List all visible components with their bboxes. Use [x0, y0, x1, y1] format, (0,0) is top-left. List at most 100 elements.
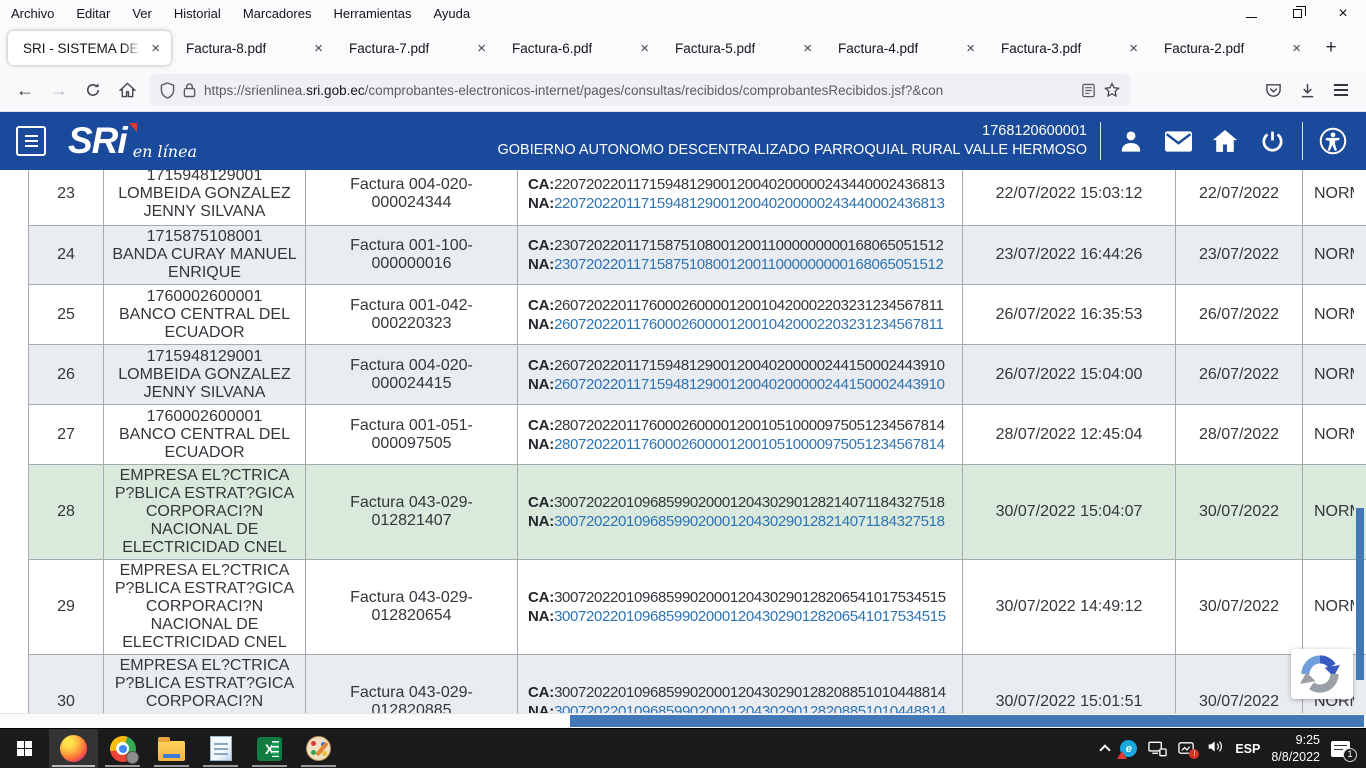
authorization-number-link[interactable]: 3007202201096859902000120430290128208851… [554, 703, 946, 713]
downloads-button[interactable] [1290, 74, 1324, 106]
sri-header: SRi en línea 1768120600001 GOBIERNO AUTO… [0, 112, 1366, 170]
table-row[interactable]: 261715948129001LOMBEIDA GONZALEZ JENNY S… [28, 345, 1366, 405]
keyboard-language[interactable]: ESP [1235, 742, 1260, 756]
tab-factura-5-pdf[interactable]: Factura-5.pdf × [660, 27, 823, 69]
network-tray-icon[interactable] [1148, 741, 1167, 757]
logout-button[interactable] [1255, 124, 1289, 158]
tab-factura-4-pdf[interactable]: Factura-4.pdf× [823, 27, 986, 69]
ca-label: CA: [528, 297, 554, 314]
hidden-icons-chevron[interactable] [1100, 744, 1111, 755]
taskbar: X e ! ESP 9:25 8/8/2022 [0, 728, 1366, 768]
home-button-sri[interactable] [1208, 124, 1242, 158]
tab-close-icon[interactable]: × [1127, 39, 1140, 58]
ca-label: CA: [528, 494, 554, 511]
taskbar-excel[interactable]: X [245, 729, 294, 768]
table-row[interactable]: 280968599020001EMPRESA EL?CTRICA P?BLICA… [28, 465, 1366, 560]
forward-button[interactable]: → [42, 74, 76, 106]
menu-archivo[interactable]: Archivo [0, 0, 65, 27]
taxpayer-ruc: 1768120600001 [497, 122, 1087, 141]
issuer-name: EMPRESA EL?CTRICA P?BLICA ESTRAT?GICA CO… [110, 467, 299, 559]
alert-tray-icon[interactable]: ! [1178, 741, 1196, 756]
tab-factura-6-pdf[interactable]: Factura-6.pdf× [497, 27, 660, 69]
tab-close-icon[interactable]: × [638, 39, 651, 58]
home-button[interactable] [110, 74, 144, 106]
pocket-icon[interactable] [1256, 74, 1290, 106]
accessibility-button[interactable] [1316, 124, 1350, 158]
authorization-number-link[interactable]: 3007202201096859902000120430290128214071… [554, 513, 945, 530]
tab-close-icon[interactable]: × [801, 39, 814, 58]
table-row[interactable]: 241715875108001BANDA CURAY MANUEL ENRIQU… [28, 226, 1366, 285]
table-row[interactable]: 271760002600001BANCO CENTRAL DEL ECUADOR… [28, 405, 1366, 465]
tab-close-icon[interactable]: × [149, 39, 162, 58]
table-row[interactable]: 251760002600001BANCO CENTRAL DEL ECUADOR… [28, 285, 1366, 345]
menu-ayuda[interactable]: Ayuda [422, 0, 481, 27]
reader-view-icon[interactable] [1081, 83, 1096, 98]
na-label: NA: [528, 195, 554, 212]
menu-ver[interactable]: Ver [121, 0, 163, 27]
sri-logo[interactable]: SRi en línea [68, 122, 197, 161]
authorization-number-link[interactable]: 2307202201171587510800120011000000000168… [554, 256, 943, 273]
antivirus-tray-icon[interactable]: e [1120, 740, 1137, 757]
access-key-value: 3007202201096859902000120430290128208851… [554, 684, 946, 701]
tab-close-icon[interactable]: × [475, 39, 488, 58]
table-row[interactable]: 290968599020001EMPRESA EL?CTRICA P?BLICA… [28, 560, 1366, 655]
menu-editar[interactable]: Editar [65, 0, 121, 27]
tab-close-icon[interactable]: × [1290, 39, 1303, 58]
recaptcha-badge[interactable] [1291, 649, 1353, 699]
sidebar-menu-button[interactable] [16, 126, 46, 156]
restore-button[interactable] [1274, 0, 1320, 27]
horizontal-scrollbar [0, 713, 1366, 728]
start-button[interactable] [0, 729, 49, 768]
emission-type-value: NORMAL [1314, 306, 1354, 324]
back-button[interactable]: ← [8, 74, 42, 106]
taskbar-clock[interactable]: 9:25 8/8/2022 [1271, 732, 1320, 766]
volume-tray-icon[interactable] [1207, 739, 1224, 759]
tab-factura-2-pdf[interactable]: Factura-2.pdf× [1149, 27, 1312, 69]
authorization-number-link[interactable]: 3007202201096859902000120430290128206541… [554, 608, 946, 625]
reload-button[interactable] [76, 74, 110, 106]
profile-button[interactable] [1114, 124, 1148, 158]
sri-logo-tagline: en línea [133, 142, 197, 161]
tab-close-icon[interactable]: × [312, 39, 325, 58]
authorization-number-link[interactable]: 2207202201171594812900120040200000243440… [554, 195, 945, 212]
menu-marcadores[interactable]: Marcadores [232, 0, 323, 27]
tab-close-icon[interactable]: × [964, 39, 977, 58]
tab-factura-7-pdf[interactable]: Factura-7.pdf× [334, 27, 497, 69]
authorization-number-link[interactable]: 2607202201171594812900120040200000244150… [554, 376, 945, 393]
auth-datetime-cell: 30/07/2022 14:49:12 [963, 560, 1176, 654]
taskbar-file-explorer[interactable] [147, 729, 196, 768]
row-number-cell: 30 [29, 655, 104, 713]
menu-historial[interactable]: Historial [163, 0, 232, 27]
bookmark-star-icon[interactable] [1104, 82, 1120, 98]
menu-herramientas[interactable]: Herramientas [322, 0, 422, 27]
taskbar-chrome[interactable] [98, 729, 147, 768]
tab-factura-3-pdf[interactable]: Factura-3.pdf× [986, 27, 1149, 69]
row-number-cell: 26 [29, 345, 104, 404]
access-key-cell: CA:2207202201171594812900120040200000243… [518, 170, 963, 225]
menu-items: ArchivoEditarVerHistorialMarcadoresHerra… [0, 0, 481, 27]
new-tab-button[interactable]: + [1316, 33, 1346, 63]
url-bar[interactable]: https://srienlinea.sri.gob.ec/comprobant… [150, 74, 1130, 106]
tab-title: Factura-5.pdf [675, 41, 755, 56]
power-icon [1260, 129, 1285, 154]
tab-sri-active[interactable]: SRI - SISTEMA DE COMP× [8, 31, 171, 65]
minimize-button[interactable] [1228, 0, 1274, 27]
taskbar-paint[interactable] [294, 729, 343, 768]
app-menu-button[interactable] [1324, 74, 1358, 106]
close-button[interactable]: × [1320, 0, 1366, 27]
auth-datetime-cell: 26/07/2022 15:04:00 [963, 345, 1176, 404]
table-row[interactable]: 231715948129001LOMBEIDA GONZALEZ JENNY S… [28, 170, 1366, 226]
authorization-number-link[interactable]: 2807202201176000260000120010510000975051… [554, 436, 945, 453]
taskbar-notepad[interactable] [196, 729, 245, 768]
messages-button[interactable] [1161, 124, 1195, 158]
notification-center-button[interactable]: 1 [1331, 741, 1350, 757]
access-key-cell: CA:2607202201176000260000120010420002203… [518, 285, 963, 344]
horizontal-scrollbar-thumb[interactable] [570, 715, 1364, 727]
access-key-value: 2807202201176000260000120010510000975051… [554, 417, 945, 434]
tab-factura-8-pdf[interactable]: Factura-8.pdf× [171, 27, 334, 69]
vertical-scrollbar-thumb[interactable] [1356, 508, 1364, 680]
authorization-number-link[interactable]: 2607202201176000260000120010420002203231… [554, 316, 943, 333]
taskbar-firefox[interactable] [49, 729, 98, 768]
table-row[interactable]: 300968599020001EMPRESA EL?CTRICA P?BLICA… [28, 655, 1366, 713]
ca-label: CA: [528, 684, 554, 701]
